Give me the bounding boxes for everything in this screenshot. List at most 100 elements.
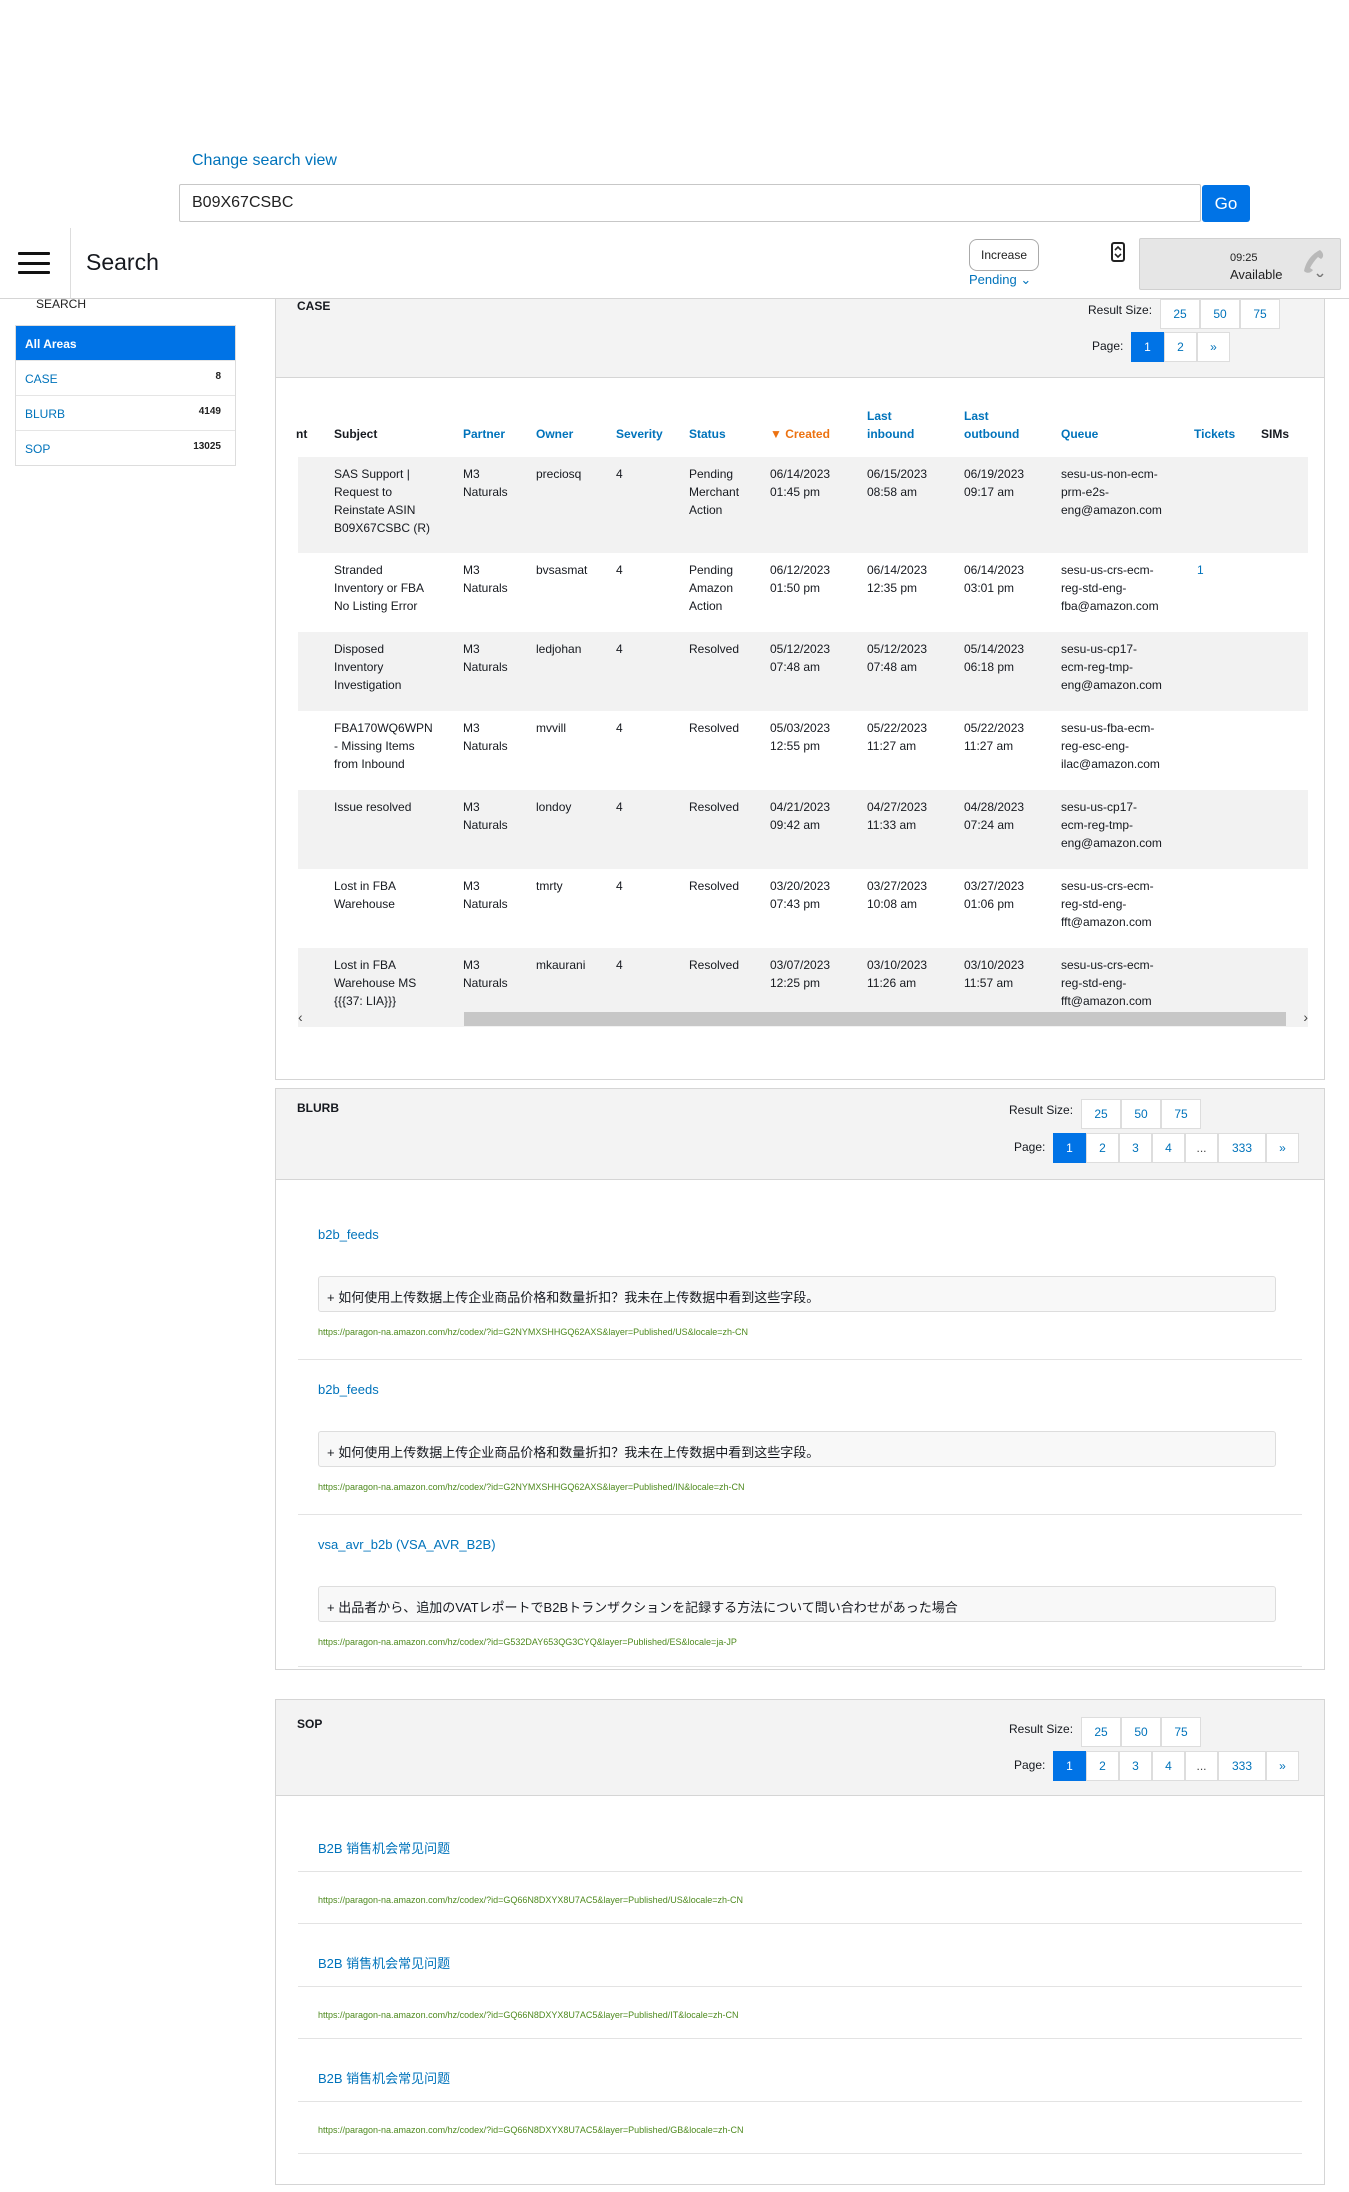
result-size-50[interactable]: 50 xyxy=(1121,1099,1161,1129)
case-row[interactable]: Lost in FBA Warehouse M3 Naturals tmrty 4 Re… xyxy=(298,869,1308,948)
case-row[interactable]: Disposed Inventory Investigation M3 Natur… xyxy=(298,632,1308,711)
scrollbar-thumb[interactable] xyxy=(464,1012,1286,1026)
sop-item-title[interactable]: B2B 销售机会常见问题 xyxy=(318,1953,450,1972)
result-size-75[interactable]: 75 xyxy=(1240,299,1280,329)
case-cell-queue: sesu-us-cp17- ecm-reg-tmp- eng@amazon.co… xyxy=(1061,642,1162,692)
page-button-333[interactable]: 333 xyxy=(1218,1133,1266,1163)
result-size-75[interactable]: 75 xyxy=(1161,1717,1201,1747)
blurb-item-title[interactable]: vsa_avr_b2b (VSA_AVR_B2B) xyxy=(318,1537,496,1552)
col-header-created[interactable]: ▼ Created xyxy=(770,425,830,443)
case-cell-severity: 4 xyxy=(616,642,623,656)
page-next-button[interactable]: » xyxy=(1197,332,1230,362)
go-button[interactable]: Go xyxy=(1202,185,1250,222)
case-cell-queue: sesu-us-crs-ecm- reg-std-eng- fft@amazon… xyxy=(1061,879,1154,929)
col-header-tickets[interactable]: Tickets xyxy=(1194,425,1235,443)
sop-item-title[interactable]: B2B 销售机会常见问题 xyxy=(318,1838,450,1857)
menu-icon[interactable] xyxy=(18,252,50,274)
case-cell-owner: bvsasmat xyxy=(536,563,588,577)
result-size-75[interactable]: 75 xyxy=(1161,1099,1201,1129)
sidebar-item-sop[interactable]: SOP 13025 xyxy=(16,431,235,465)
page-button-1[interactable]: 1 xyxy=(1053,1751,1086,1781)
case-cell-last-outbound: 04/28/2023 07:24 am xyxy=(964,800,1025,832)
case-cell-owner: tmrty xyxy=(536,879,563,893)
case-cell-subject: Disposed Inventory Investigation xyxy=(334,642,402,692)
blurb-separator xyxy=(298,1514,1302,1515)
phone-handset-icon[interactable] xyxy=(1300,247,1326,279)
horizontal-scrollbar[interactable]: ‹ › xyxy=(298,1009,1308,1026)
page-next-button[interactable]: » xyxy=(1266,1133,1299,1163)
sop-item-url[interactable]: https://paragon-na.amazon.com/hz/codex/?… xyxy=(318,1895,743,1905)
col-header-queue[interactable]: Queue xyxy=(1061,425,1098,443)
blurb-item-title[interactable]: b2b_feeds xyxy=(318,1382,379,1397)
page-button-3[interactable]: 3 xyxy=(1119,1751,1152,1781)
sop-separator xyxy=(298,2038,1302,2039)
page-button-1[interactable]: 1 xyxy=(1053,1133,1086,1163)
pending-dropdown[interactable]: Pending ⌄ xyxy=(969,272,1031,288)
page-button-4[interactable]: 4 xyxy=(1152,1751,1185,1781)
blurb-item-url[interactable]: https://paragon-na.amazon.com/hz/codex/?… xyxy=(318,1637,737,1647)
case-cell-subject: Stranded Inventory or FBA No Listing Err… xyxy=(334,563,425,613)
case-cell-last-outbound: 05/22/2023 11:27 am xyxy=(964,721,1025,753)
sop-item-title[interactable]: B2B 销售机会常见问题 xyxy=(318,2068,450,2087)
col-header-status[interactable]: Status xyxy=(689,425,726,443)
sidebar-item-case[interactable]: CASE 8 xyxy=(16,361,235,396)
search-input[interactable] xyxy=(179,184,1201,222)
page-title: Search xyxy=(86,249,159,275)
page-button-2[interactable]: 2 xyxy=(1086,1751,1119,1781)
case-cell-tickets[interactable]: 1 xyxy=(1197,561,1204,579)
col-header-sims: SIMs xyxy=(1261,427,1290,441)
case-row[interactable]: Stranded Inventory or FBA No Listing Err… xyxy=(298,553,1308,632)
sop-item-url[interactable]: https://paragon-na.amazon.com/hz/codex/?… xyxy=(318,2125,743,2135)
scroll-left-icon[interactable]: ‹ xyxy=(298,1009,303,1025)
page-button-2[interactable]: 2 xyxy=(1164,332,1197,362)
blurb-item-url[interactable]: https://paragon-na.amazon.com/hz/codex/?… xyxy=(318,1327,748,1337)
case-cell-status: Resolved xyxy=(689,721,740,735)
col-header-severity[interactable]: Severity xyxy=(616,425,663,443)
case-row[interactable]: Issue resolved M3 Naturals londoy 4 Resolved… xyxy=(298,790,1308,869)
case-cell-subject: SAS Support | Request to Reinstate ASIN … xyxy=(334,467,431,535)
case-panel-header: CASE Result Size: 25 50 75 Page: 1 2 » xyxy=(276,299,1324,378)
col-header-owner[interactable]: Owner xyxy=(536,425,573,443)
page-button-333[interactable]: 333 xyxy=(1218,1751,1266,1781)
sidebar-item-all-areas[interactable]: All Areas xyxy=(16,326,235,361)
case-row[interactable]: SAS Support | Request to Reinstate ASIN … xyxy=(298,457,1308,553)
result-size-25[interactable]: 25 xyxy=(1160,299,1200,329)
case-cell-queue: sesu-us-crs-ecm- reg-std-eng- fft@amazon… xyxy=(1061,958,1154,1008)
result-size-25[interactable]: 25 xyxy=(1081,1099,1121,1129)
result-size-50[interactable]: 50 xyxy=(1121,1717,1161,1747)
sidebar-item-blurb[interactable]: BLURB 4149 xyxy=(16,396,235,431)
result-size-25[interactable]: 25 xyxy=(1081,1717,1121,1747)
case-cell-queue: sesu-us-fba-ecm- reg-esc-eng- ilac@amazo… xyxy=(1061,721,1160,771)
sidebar-item-label: CASE xyxy=(25,372,58,386)
blurb-item-expander[interactable]: + 出品者から、追加のVATレポートでB2Bトランザクションを記録する方法につい… xyxy=(318,1586,1276,1622)
page-button-2[interactable]: 2 xyxy=(1086,1133,1119,1163)
change-search-view-link[interactable]: Change search view xyxy=(192,152,337,170)
status-time: 09:25 xyxy=(1230,252,1258,264)
blurb-item-title[interactable]: b2b_feeds xyxy=(318,1227,379,1242)
increase-button[interactable]: Increase xyxy=(969,239,1039,271)
case-cell-partner: M3 Naturals xyxy=(463,800,508,832)
sidebar-item-label: SOP xyxy=(25,442,51,456)
case-cell-partner: M3 Naturals xyxy=(463,879,508,911)
result-size-50[interactable]: 50 xyxy=(1200,299,1240,329)
sop-panel-header: SOP Result Size: 25 50 75 Page: 1 2 3 4 … xyxy=(276,1700,1324,1796)
softphone-icon[interactable] xyxy=(1110,242,1126,262)
col-header-subject[interactable]: Subject xyxy=(334,425,377,443)
col-header-partner[interactable]: Partner xyxy=(463,425,505,443)
col-header-last-outbound[interactable]: Last outbound xyxy=(964,407,1019,443)
page-button-1[interactable]: 1 xyxy=(1131,332,1164,362)
case-cell-last-inbound: 05/12/2023 07:48 am xyxy=(867,642,928,674)
page-button-4[interactable]: 4 xyxy=(1152,1133,1185,1163)
blurb-item-expander[interactable]: + 如何使用上传数据上传企业商品价格和数量折扣？我未在上传数据中看到这些字段。 xyxy=(318,1276,1276,1312)
page-next-button[interactable]: » xyxy=(1266,1751,1299,1781)
blurb-item-url[interactable]: https://paragon-na.amazon.com/hz/codex/?… xyxy=(318,1482,744,1492)
sop-item-url[interactable]: https://paragon-na.amazon.com/hz/codex/?… xyxy=(318,2010,738,2020)
case-cell-last-inbound: 06/15/2023 08:58 am xyxy=(867,467,928,499)
case-cell-owner: ledjohan xyxy=(536,642,582,656)
page-button-3[interactable]: 3 xyxy=(1119,1133,1152,1163)
col-header-last-inbound[interactable]: Last inbound xyxy=(867,407,914,443)
case-cell-status: Pending Merchant Action xyxy=(689,467,740,517)
scroll-right-icon[interactable]: › xyxy=(1303,1009,1308,1025)
case-row[interactable]: FBA170WQ6WPN - Missing Items from Inboun… xyxy=(298,711,1308,790)
blurb-item-expander[interactable]: + 如何使用上传数据上传企业商品价格和数量折扣？我未在上传数据中看到这些字段。 xyxy=(318,1431,1276,1467)
